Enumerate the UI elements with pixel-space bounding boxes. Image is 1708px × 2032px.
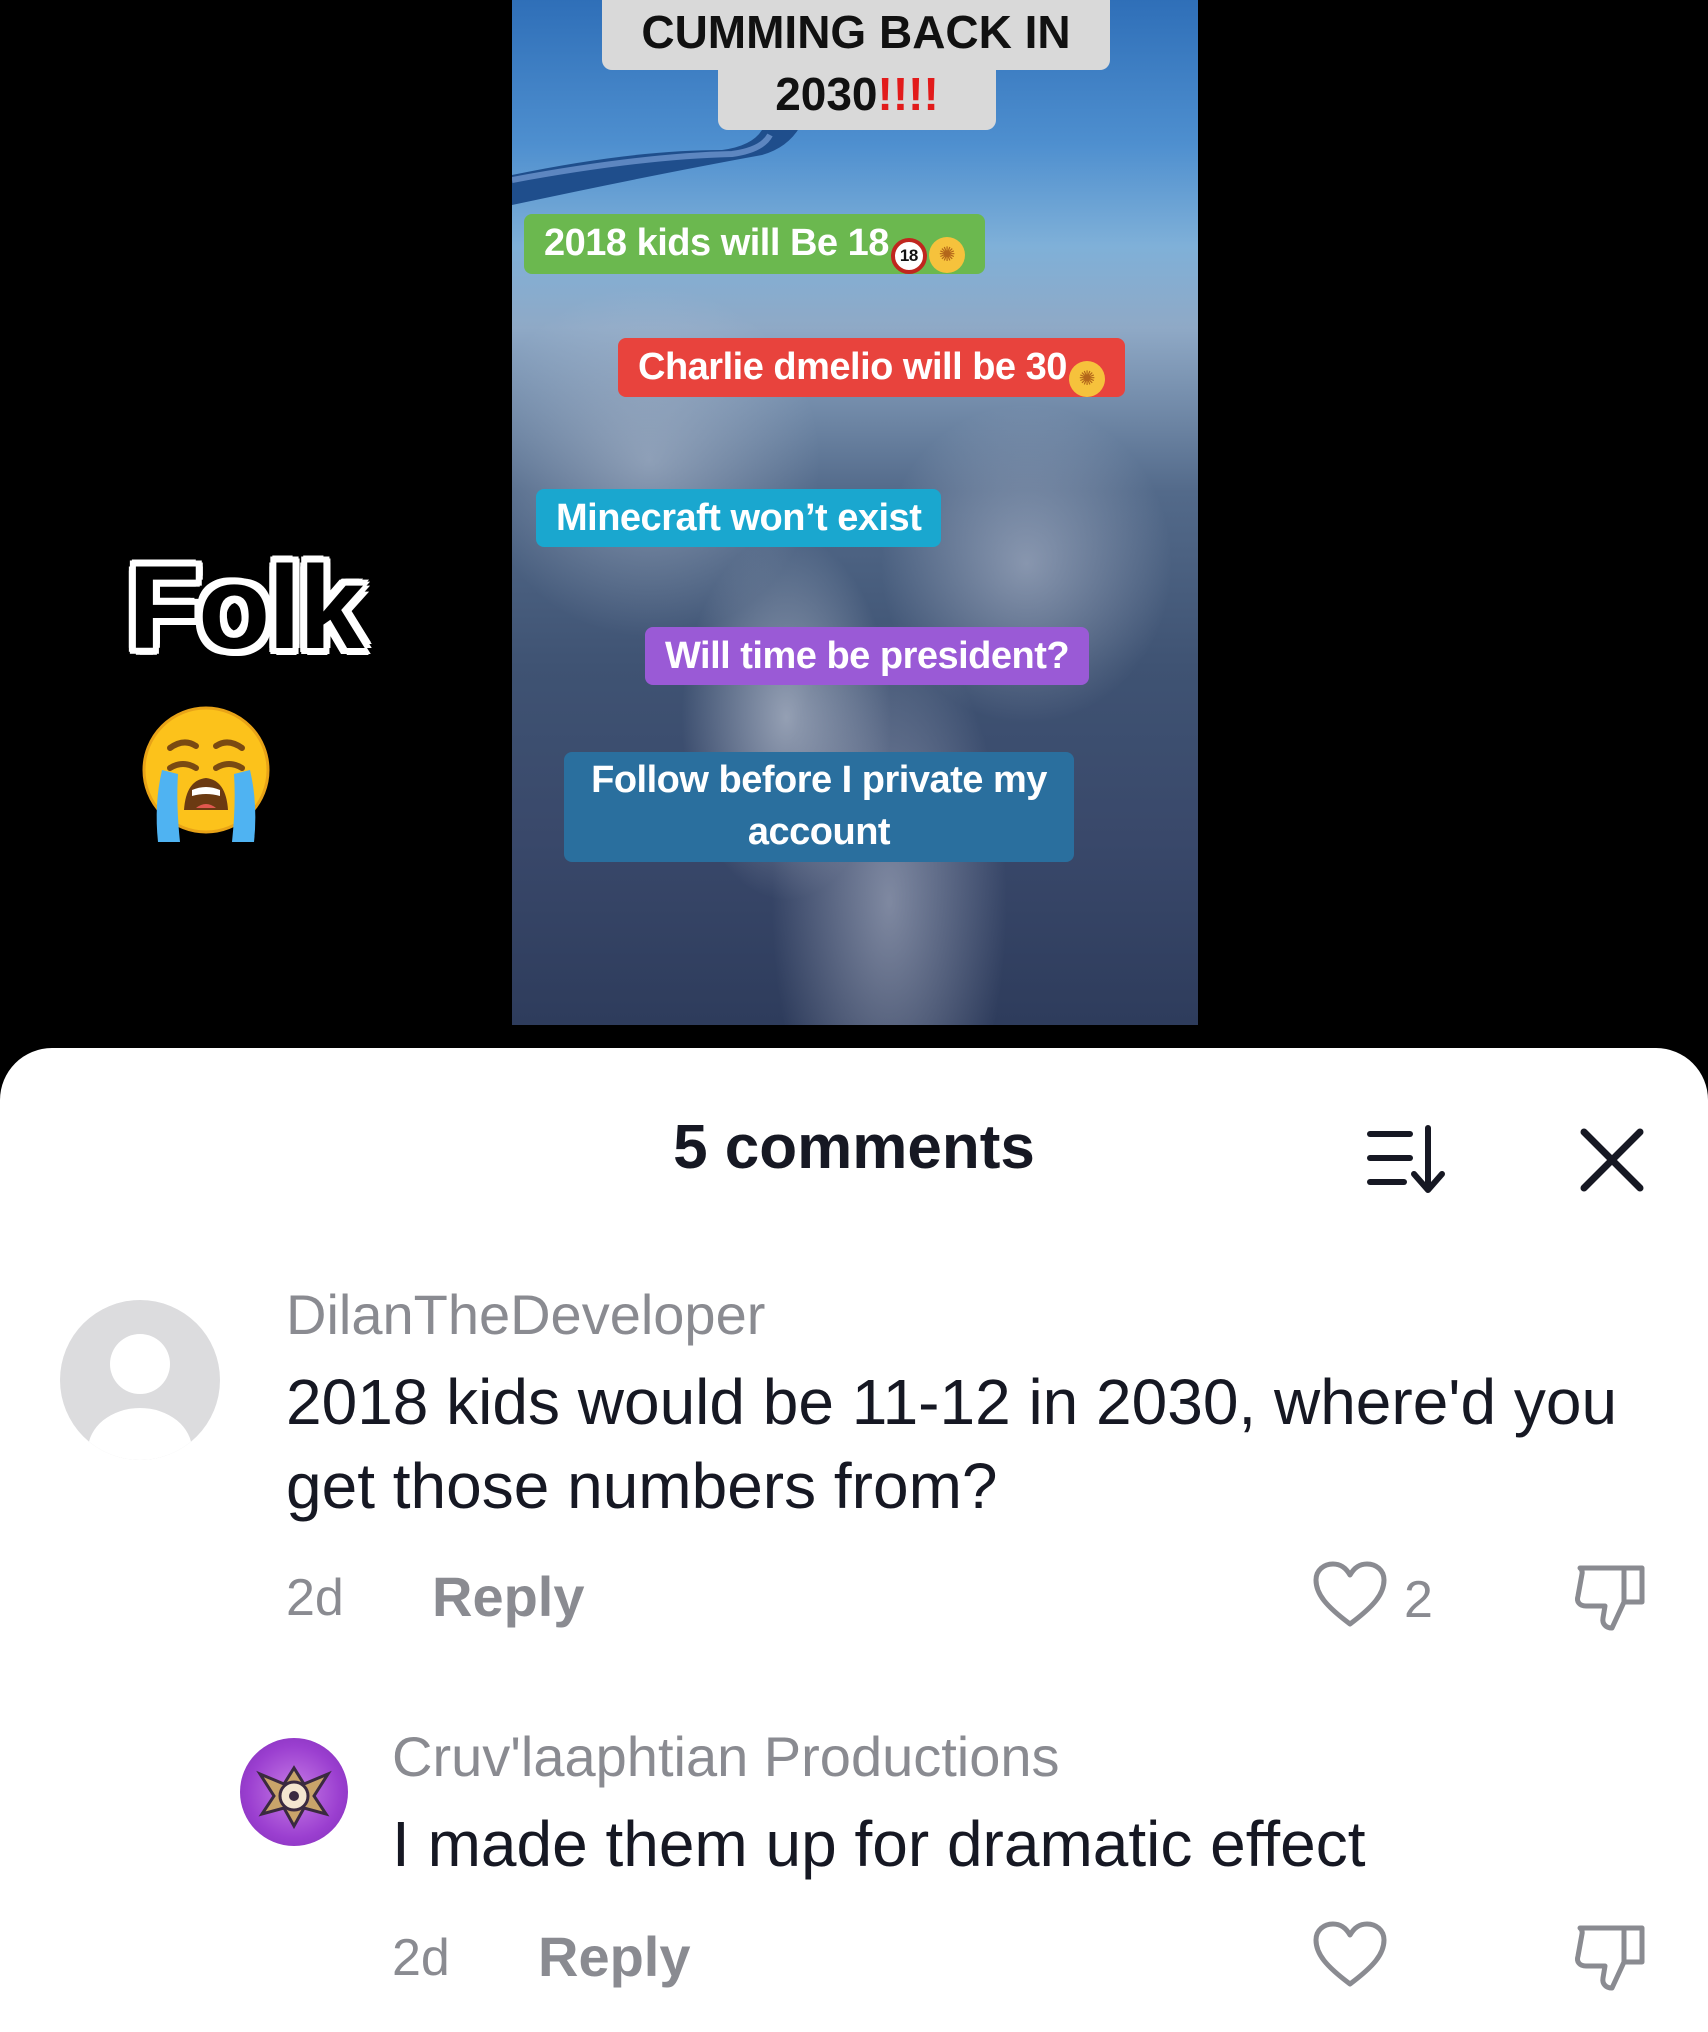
video-area[interactable]: Folk CUMMING BACK IN 2030!!!! 2018 kids …: [0, 0, 1708, 1060]
avatar[interactable]: [60, 1300, 220, 1460]
caption-purple: Will time be president?: [645, 627, 1090, 685]
default-avatar-icon: [88, 1334, 192, 1460]
comment-time: 2d: [286, 1569, 344, 1627]
caption-green: 2018 kids will Be 18 18 ✺: [524, 214, 985, 274]
creature-avatar-icon: [256, 1765, 332, 1830]
like-heart-icon[interactable]: [1312, 1920, 1388, 1990]
dislike-icon[interactable]: [1572, 1558, 1650, 1636]
reply-button[interactable]: Reply: [538, 1924, 691, 1989]
comments-sheet: 5 comments DilanTheDeveloper 2018 kids w…: [0, 1048, 1708, 2032]
crying-face-icon: [142, 706, 270, 842]
video-title-line2: 2030!!!!: [718, 60, 996, 130]
age-restriction-badge: 18: [890, 238, 927, 274]
comment-text: I made them up for dramatic effect: [392, 1808, 1366, 1880]
caption-green-text: 2018 kids will Be 18: [544, 222, 889, 264]
caption-cyan: Minecraft won’t exist: [536, 489, 942, 547]
comment-text: 2018 kids would be 11-12 in 2030, where'…: [286, 1366, 1618, 1522]
folk-overlay-text: Folk: [128, 542, 365, 674]
reply-button[interactable]: Reply: [432, 1564, 585, 1629]
comment-username[interactable]: Cruv'laaphtian Productions: [392, 1724, 1060, 1789]
caption-red-text: Charlie dmelio will be 30: [638, 346, 1067, 388]
comments-title: 5 comments: [673, 1113, 1035, 1182]
exploding-head-icon: ✺: [1068, 361, 1105, 397]
avatar[interactable]: [240, 1738, 348, 1846]
caption-red: Charlie dmelio will be 30 ✺: [618, 338, 1125, 397]
video-title-year: 2030: [775, 68, 878, 120]
comment-username[interactable]: DilanTheDeveloper: [286, 1282, 765, 1347]
like-count: 2: [1404, 1571, 1433, 1629]
dislike-icon[interactable]: [1572, 1918, 1650, 1996]
sort-icon[interactable]: [1366, 1122, 1448, 1196]
close-icon[interactable]: [1574, 1122, 1650, 1198]
exploding-head-icon: ✺: [928, 237, 965, 273]
video-title-exclamations: !!!!: [877, 68, 939, 120]
caption-blue: Follow before I private my account: [564, 752, 1074, 862]
comment-time: 2d: [392, 1929, 450, 1987]
like-heart-icon[interactable]: [1312, 1560, 1388, 1630]
